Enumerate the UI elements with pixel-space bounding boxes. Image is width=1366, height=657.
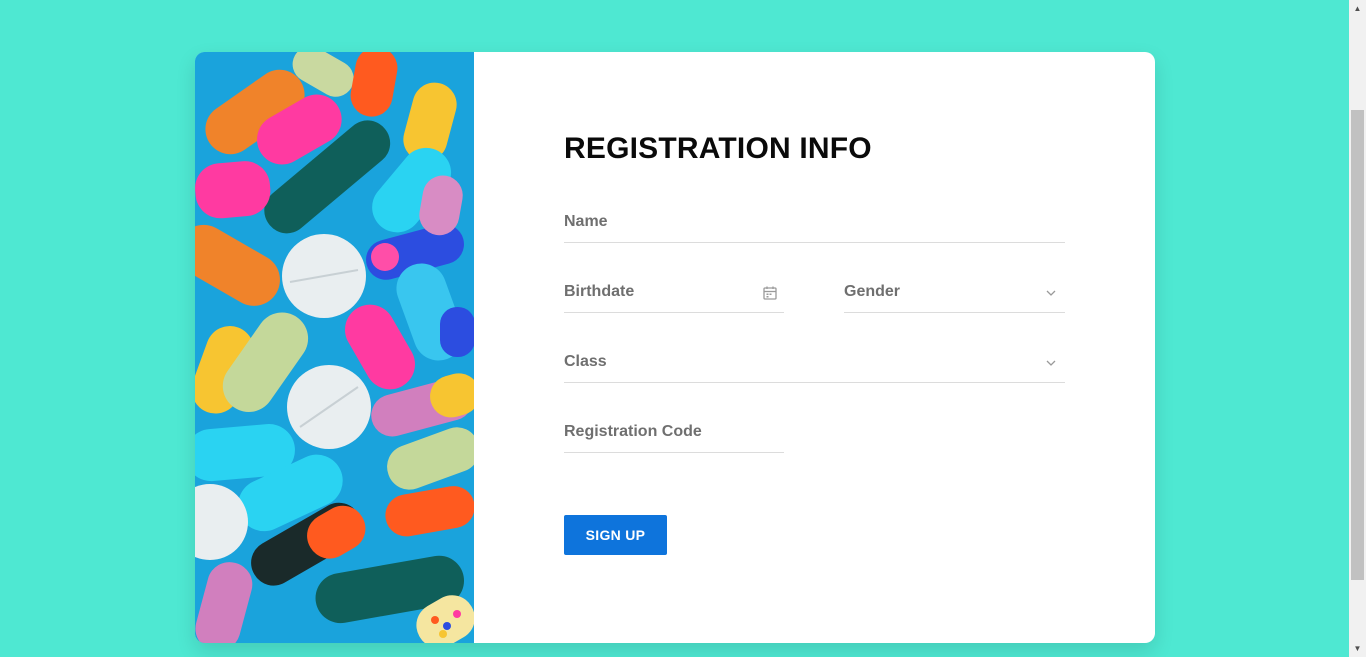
registration-card: REGISTRATION INFO Name Birthdate Gender xyxy=(195,52,1155,643)
vertical-scrollbar[interactable]: ▲ ▼ xyxy=(1349,0,1366,657)
scroll-up-icon[interactable]: ▲ xyxy=(1349,0,1366,17)
calendar-icon[interactable] xyxy=(762,285,778,301)
registration-form: REGISTRATION INFO Name Birthdate Gender xyxy=(474,52,1155,643)
chevron-down-icon xyxy=(1046,290,1056,296)
sign-up-button[interactable]: SIGN UP xyxy=(564,515,667,555)
gender-select-label: Gender xyxy=(844,283,901,300)
class-select[interactable]: Class xyxy=(564,343,1065,383)
scroll-thumb[interactable] xyxy=(1351,110,1364,580)
name-field-label: Name xyxy=(564,213,608,230)
class-select-label: Class xyxy=(564,353,607,370)
pills-image xyxy=(195,52,474,643)
birthdate-field-label: Birthdate xyxy=(564,283,635,300)
chevron-down-icon xyxy=(1046,360,1056,366)
birthdate-field[interactable]: Birthdate xyxy=(564,273,784,313)
registration-code-field[interactable]: Registration Code xyxy=(564,413,784,453)
gender-select[interactable]: Gender xyxy=(844,273,1065,313)
pills-illustration xyxy=(195,52,474,643)
page-title: REGISTRATION INFO xyxy=(564,132,872,165)
scroll-down-icon[interactable]: ▼ xyxy=(1349,640,1366,657)
registration-code-field-label: Registration Code xyxy=(564,423,702,440)
name-field[interactable]: Name xyxy=(564,203,1065,243)
